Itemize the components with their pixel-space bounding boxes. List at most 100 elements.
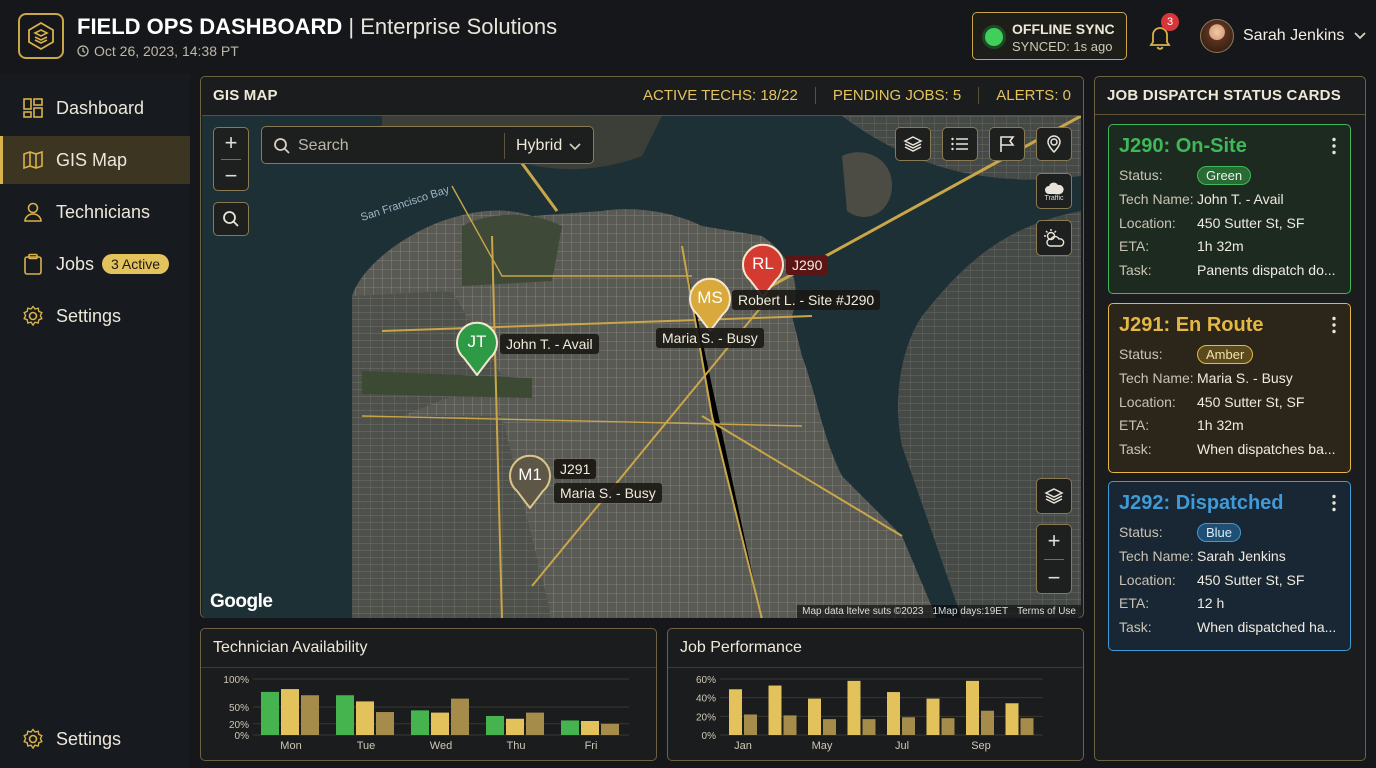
- map-stats: ACTIVE TECHS: 18/22 PENDING JOBS: 5 ALER…: [626, 87, 1071, 104]
- bar: [561, 720, 579, 735]
- bar: [1020, 718, 1034, 735]
- sidebar-item-label: Dashboard: [56, 97, 145, 118]
- sidebar-item-technicians[interactable]: Technicians: [0, 188, 190, 236]
- card-task-row: Task: When dispatches ba...: [1119, 441, 1336, 457]
- shield-logo-icon: [28, 21, 54, 51]
- bar: [506, 718, 524, 735]
- chart-divider: [668, 667, 1083, 668]
- layers-button[interactable]: [895, 127, 931, 161]
- map-search-bar[interactable]: Search Hybrid: [261, 126, 594, 164]
- tech-pin-m1[interactable]: M1: [507, 453, 553, 514]
- location-value: 450 Sutter St, SF: [1197, 215, 1305, 231]
- more-options-icon[interactable]: [1332, 494, 1336, 512]
- zoom-in-icon[interactable]: +: [1048, 528, 1061, 554]
- attribution-text: 1Map days:19ET: [932, 606, 1009, 617]
- zoom-out-icon[interactable]: −: [225, 163, 238, 189]
- dispatch-card[interactable]: J290: On-Site Status: Green Tech Name: John …: [1108, 124, 1351, 294]
- zoom-in-icon[interactable]: +: [225, 130, 238, 156]
- x-tick-label: Sep: [971, 740, 991, 752]
- job-performance-panel: Job Performance 60% 40% 20% 0% Jan May Jul Sep: [667, 628, 1084, 761]
- dispatch-card[interactable]: J292: Dispatched Status: Blue Tech Name: Sar…: [1108, 481, 1351, 651]
- sidebar-item-settings[interactable]: Settings: [0, 292, 190, 340]
- sidebar-item-jobs[interactable]: Jobs 3 Active: [0, 240, 190, 288]
- sidebar-item-label: Settings: [56, 728, 122, 749]
- weather-layer-button[interactable]: [1036, 220, 1072, 256]
- app-title-main: FIELD OPS DASHBOARD: [77, 14, 343, 39]
- card-eta-row: ETA: 12 h: [1119, 595, 1224, 611]
- map-search-button[interactable]: [213, 202, 249, 236]
- bar: [966, 680, 979, 735]
- more-options-icon[interactable]: [1332, 137, 1336, 155]
- zoom-out-icon[interactable]: −: [1048, 565, 1061, 591]
- y-tick-label: 0%: [235, 731, 250, 742]
- datetime-text: Oct 26, 2023, 14:38 PT: [94, 43, 239, 59]
- eta-value: 1h 32m: [1197, 238, 1244, 254]
- bar: [526, 712, 544, 735]
- zoom-divider: [1044, 558, 1064, 560]
- location-settings-button[interactable]: [1036, 127, 1072, 161]
- search-input[interactable]: Search: [298, 137, 349, 155]
- field-label: Location:: [1119, 215, 1176, 231]
- x-tick-label: May: [812, 740, 833, 752]
- more-options-icon[interactable]: [1332, 316, 1336, 334]
- map-layers-button[interactable]: [1036, 478, 1072, 514]
- sidebar-bottom-settings[interactable]: Settings: [0, 715, 190, 763]
- field-label: ETA:: [1119, 238, 1150, 254]
- pin-initials: JT: [467, 332, 487, 351]
- card-status-row: Status: Green: [1119, 166, 1252, 185]
- card-tech-row: Tech Name: Sarah Jenkins: [1119, 548, 1286, 564]
- card-eta-row: ETA: 1h 32m: [1119, 238, 1244, 254]
- user-name: Sarah Jenkins: [1243, 27, 1345, 44]
- bar: [356, 701, 374, 735]
- traffic-layer-button[interactable]: Traffic: [1036, 173, 1072, 209]
- bar: [729, 689, 742, 735]
- user-icon: [22, 201, 44, 223]
- card-title: J291: En Route: [1119, 314, 1264, 336]
- map-canvas[interactable]: San Francisco Bay + − Search Hybrid Traf…: [202, 115, 1081, 618]
- sync-title: OFFLINE SYNC: [1012, 21, 1115, 37]
- datetime: Oct 26, 2023, 14:38 PT: [77, 43, 239, 59]
- dispatch-panel-title: JOB DISPATCH STATUS CARDS: [1107, 87, 1341, 104]
- flag-button[interactable]: [989, 127, 1025, 161]
- attribution-text: Map data ltelve suts ©2023: [802, 606, 924, 617]
- chevron-down-icon: [1354, 32, 1367, 40]
- y-tick-label: 40%: [696, 694, 716, 705]
- stat-value: 5: [952, 87, 962, 104]
- user-menu[interactable]: Sarah Jenkins: [1200, 18, 1367, 54]
- layers-icon: [903, 136, 923, 152]
- map-imagery: San Francisco Bay: [202, 116, 1081, 618]
- pin-tech-label: Maria S. - Busy: [554, 483, 662, 503]
- y-tick-label: 100%: [223, 675, 249, 686]
- sidebar-item-dashboard[interactable]: Dashboard: [0, 84, 190, 132]
- zoom-control-right[interactable]: + −: [1036, 524, 1072, 594]
- dispatch-card[interactable]: J291: En Route Status: Amber Tech Name: Mari…: [1108, 303, 1351, 473]
- bar: [744, 714, 757, 735]
- job-performance-chart: 60% 40% 20% 0% Jan May Jul Sep: [696, 675, 1043, 752]
- field-label: Location:: [1119, 394, 1176, 410]
- field-label: Task:: [1119, 441, 1152, 457]
- traffic-label: Traffic: [1044, 194, 1064, 202]
- tech-name-value: John T. - Avail: [1197, 191, 1284, 207]
- dashboard-icon: [22, 97, 44, 119]
- tech-pin-jt[interactable]: JT: [454, 320, 500, 381]
- x-tick-label: Fri: [585, 740, 598, 752]
- x-tick-label: Thu: [507, 740, 526, 752]
- sidebar-item-label: Settings: [56, 305, 122, 326]
- logo[interactable]: [18, 13, 64, 59]
- zoom-control[interactable]: + −: [213, 127, 249, 191]
- pin-initials: M1: [518, 465, 542, 484]
- notifications-button[interactable]: 3: [1145, 13, 1179, 52]
- list-view-button[interactable]: [942, 127, 978, 161]
- terms-link[interactable]: Terms of Use: [1017, 606, 1076, 617]
- field-label: Status:: [1119, 167, 1163, 183]
- job-dispatch-panel: JOB DISPATCH STATUS CARDS J290: On-Site S…: [1094, 76, 1366, 761]
- map-mode-select[interactable]: Hybrid: [516, 137, 562, 155]
- card-title: J292: Dispatched: [1119, 492, 1284, 514]
- field-label: Tech Name:: [1119, 370, 1194, 386]
- chevron-down-icon[interactable]: [569, 143, 581, 151]
- notification-badge: 3: [1161, 13, 1179, 31]
- offline-sync-status[interactable]: OFFLINE SYNC SYNCED: 1s ago: [972, 12, 1127, 60]
- tech-name-value: Sarah Jenkins: [1197, 548, 1286, 564]
- sidebar-item-gis-map[interactable]: GIS Map: [0, 136, 190, 184]
- card-eta-row: ETA: 1h 32m: [1119, 417, 1244, 433]
